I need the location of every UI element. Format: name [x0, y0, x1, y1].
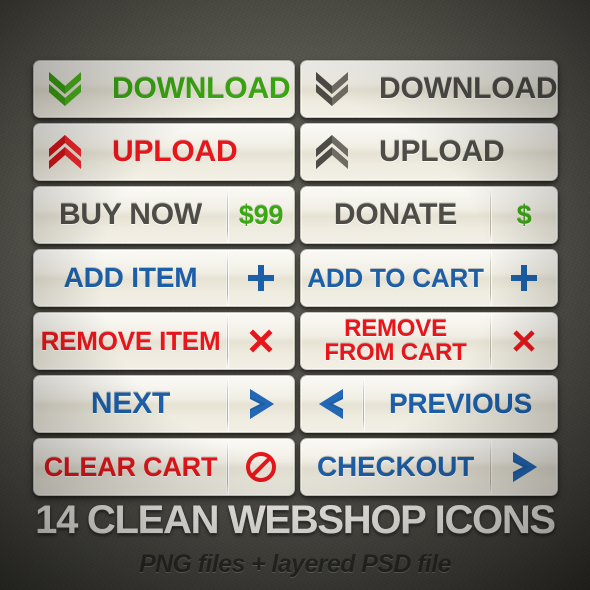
- button-label: ADD TO CART: [307, 263, 484, 293]
- cross-icon: [247, 327, 275, 355]
- button-label: UPLOAD: [112, 135, 238, 168]
- icon-slot: [491, 250, 557, 306]
- double-chevron-down-icon: [45, 71, 85, 107]
- button-label: CLEAR CART: [43, 451, 218, 482]
- button-label: CHECKOUT: [316, 451, 475, 482]
- chevron-left-icon: [315, 387, 349, 421]
- button-add-item[interactable]: ADD ITEM: [33, 249, 295, 307]
- icon-slot: [301, 376, 363, 432]
- icon-slot: [301, 61, 363, 117]
- icon-slot: [34, 124, 96, 180]
- double-chevron-down-icon: [312, 71, 352, 107]
- footer: 14 CLEAN WEBSHOP ICONS PNG files + layer…: [0, 494, 590, 590]
- button-clear-cart[interactable]: CLEAR CART: [33, 438, 295, 496]
- button-download-green[interactable]: DOWNLOAD: [33, 60, 295, 118]
- button-remove-from-cart[interactable]: REMOVE FROM CART: [300, 312, 558, 370]
- double-chevron-up-icon: [45, 134, 85, 170]
- button-label: REMOVE FROM CART: [311, 317, 480, 366]
- button-label: ADD ITEM: [63, 262, 198, 293]
- icon-slot: [34, 61, 96, 117]
- double-chevron-up-icon: [312, 134, 352, 170]
- icon-slot: [228, 439, 294, 495]
- plus-icon: [509, 263, 539, 293]
- button-previous[interactable]: PREVIOUS: [300, 375, 558, 433]
- button-buy-now[interactable]: BUY NOW $99: [33, 186, 295, 244]
- button-label: BUY NOW: [58, 198, 203, 231]
- label-slot: DOWNLOAD: [363, 61, 557, 117]
- icon-slot: [491, 313, 557, 369]
- prohibition-icon: [245, 451, 277, 483]
- button-upload-red[interactable]: UPLOAD: [33, 123, 295, 181]
- button-label: DONATE: [333, 198, 458, 231]
- cross-icon: [511, 328, 537, 354]
- button-label: DOWNLOAD: [379, 72, 558, 105]
- label-slot: NEXT: [34, 376, 227, 432]
- button-checkout[interactable]: CHECKOUT: [300, 438, 558, 496]
- icon-slot: [228, 250, 294, 306]
- button-upload-gray[interactable]: UPLOAD: [300, 123, 558, 181]
- button-label: DOWNLOAD: [112, 72, 291, 105]
- icon-slot: [491, 439, 557, 495]
- icon-slot: [301, 124, 363, 180]
- price-badge: $99: [238, 199, 284, 230]
- currency-badge: $: [516, 199, 532, 230]
- button-remove-item[interactable]: REMOVE ITEM: [33, 312, 295, 370]
- label-slot: REMOVE ITEM: [34, 313, 227, 369]
- button-label: UPLOAD: [379, 135, 505, 168]
- button-label: NEXT: [90, 387, 171, 420]
- label-slot: DOWNLOAD: [96, 61, 294, 117]
- poster-title: 14 CLEAN WEBSHOP ICONS: [35, 498, 556, 542]
- chevron-right-icon: [244, 387, 278, 421]
- button-donate[interactable]: DONATE $: [300, 186, 558, 244]
- icon-slot: [228, 376, 294, 432]
- label-slot: UPLOAD: [363, 124, 557, 180]
- label-slot: DONATE: [301, 187, 490, 243]
- poster-canvas: DOWNLOAD DOWNLOAD UPLOAD UPLOAD BUY NOW …: [0, 0, 590, 590]
- icon-slot: [228, 313, 294, 369]
- button-add-to-cart[interactable]: ADD TO CART: [300, 249, 558, 307]
- label-slot: UPLOAD: [96, 124, 294, 180]
- label-slot: PREVIOUS: [364, 376, 557, 432]
- button-label-line2: FROM CART: [324, 339, 467, 366]
- badge-slot: $99: [228, 187, 294, 243]
- button-label: PREVIOUS: [388, 388, 533, 419]
- button-label: REMOVE ITEM: [40, 326, 221, 356]
- label-slot: ADD TO CART: [301, 250, 490, 306]
- label-slot: CLEAR CART: [34, 439, 227, 495]
- label-slot: CHECKOUT: [301, 439, 490, 495]
- button-grid: DOWNLOAD DOWNLOAD UPLOAD UPLOAD BUY NOW …: [0, 0, 590, 496]
- plus-icon: [246, 263, 276, 293]
- poster-subtitle: PNG files + layered PSD file: [139, 550, 451, 578]
- button-download-gray[interactable]: DOWNLOAD: [300, 60, 558, 118]
- label-slot: REMOVE FROM CART: [301, 313, 490, 369]
- chevron-right-icon: [507, 450, 541, 484]
- label-slot: ADD ITEM: [34, 250, 227, 306]
- badge-slot: $: [491, 187, 557, 243]
- label-slot: BUY NOW: [34, 187, 227, 243]
- button-next[interactable]: NEXT: [33, 375, 295, 433]
